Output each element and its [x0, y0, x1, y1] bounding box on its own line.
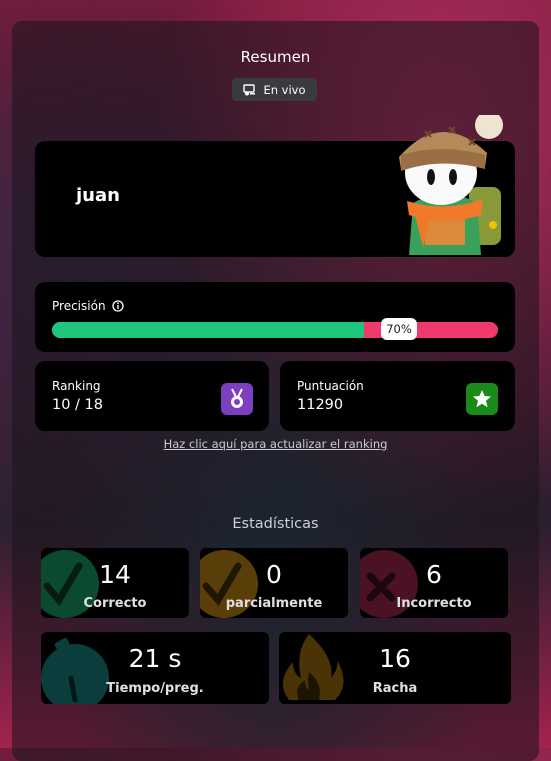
partial-value: 0 — [266, 560, 282, 589]
refresh-ranking-link[interactable]: Haz clic aquí para actualizar el ranking — [0, 437, 551, 451]
precision-bar-fill — [52, 322, 365, 338]
ranking-value: 10 / 18 — [52, 397, 104, 413]
partial-label: parcialmente — [225, 596, 323, 611]
score-value: 11290 — [297, 397, 344, 413]
correct-label: Correcto — [83, 596, 147, 611]
score-label: Puntuación — [297, 379, 364, 393]
incorrect-label: Incorrecto — [396, 596, 472, 611]
player-name: juan — [76, 185, 120, 206]
precision-bar — [52, 322, 498, 338]
player-card: juan — [35, 115, 515, 257]
incorrect-value: 6 — [426, 560, 442, 589]
avatar — [399, 115, 503, 255]
precision-header: Precisión — [52, 299, 124, 313]
page-title: Resumen — [240, 48, 311, 66]
correct-tile: 14 Correcto — [41, 548, 189, 618]
streak-label: Racha — [372, 681, 418, 696]
live-icon — [243, 83, 256, 95]
time-tile: 21 s Tiempo/preg. — [41, 632, 269, 704]
streak-tile: 16 Racha — [279, 632, 511, 704]
precision-percent: 70% — [381, 318, 417, 340]
medal-icon — [221, 383, 253, 415]
time-value: 21 s — [128, 644, 182, 673]
streak-value: 16 — [379, 644, 411, 673]
ranking-card: Ranking 10 / 18 — [35, 361, 269, 431]
live-label: En vivo — [263, 82, 306, 97]
incorrect-tile: 6 Incorrecto — [360, 548, 508, 618]
ranking-label: Ranking — [52, 379, 101, 393]
precision-card: Precisión 70% — [35, 282, 515, 352]
score-card: Puntuación 11290 — [280, 361, 515, 431]
live-badge[interactable]: En vivo — [232, 78, 317, 101]
correct-value: 14 — [99, 560, 131, 589]
partial-tile: 0 parcialmente — [200, 548, 348, 618]
precision-label: Precisión — [52, 299, 106, 313]
stats-title: Estadísticas — [232, 516, 319, 532]
time-label: Tiempo/preg. — [106, 681, 204, 696]
star-icon — [466, 383, 498, 415]
info-icon[interactable] — [111, 300, 124, 312]
